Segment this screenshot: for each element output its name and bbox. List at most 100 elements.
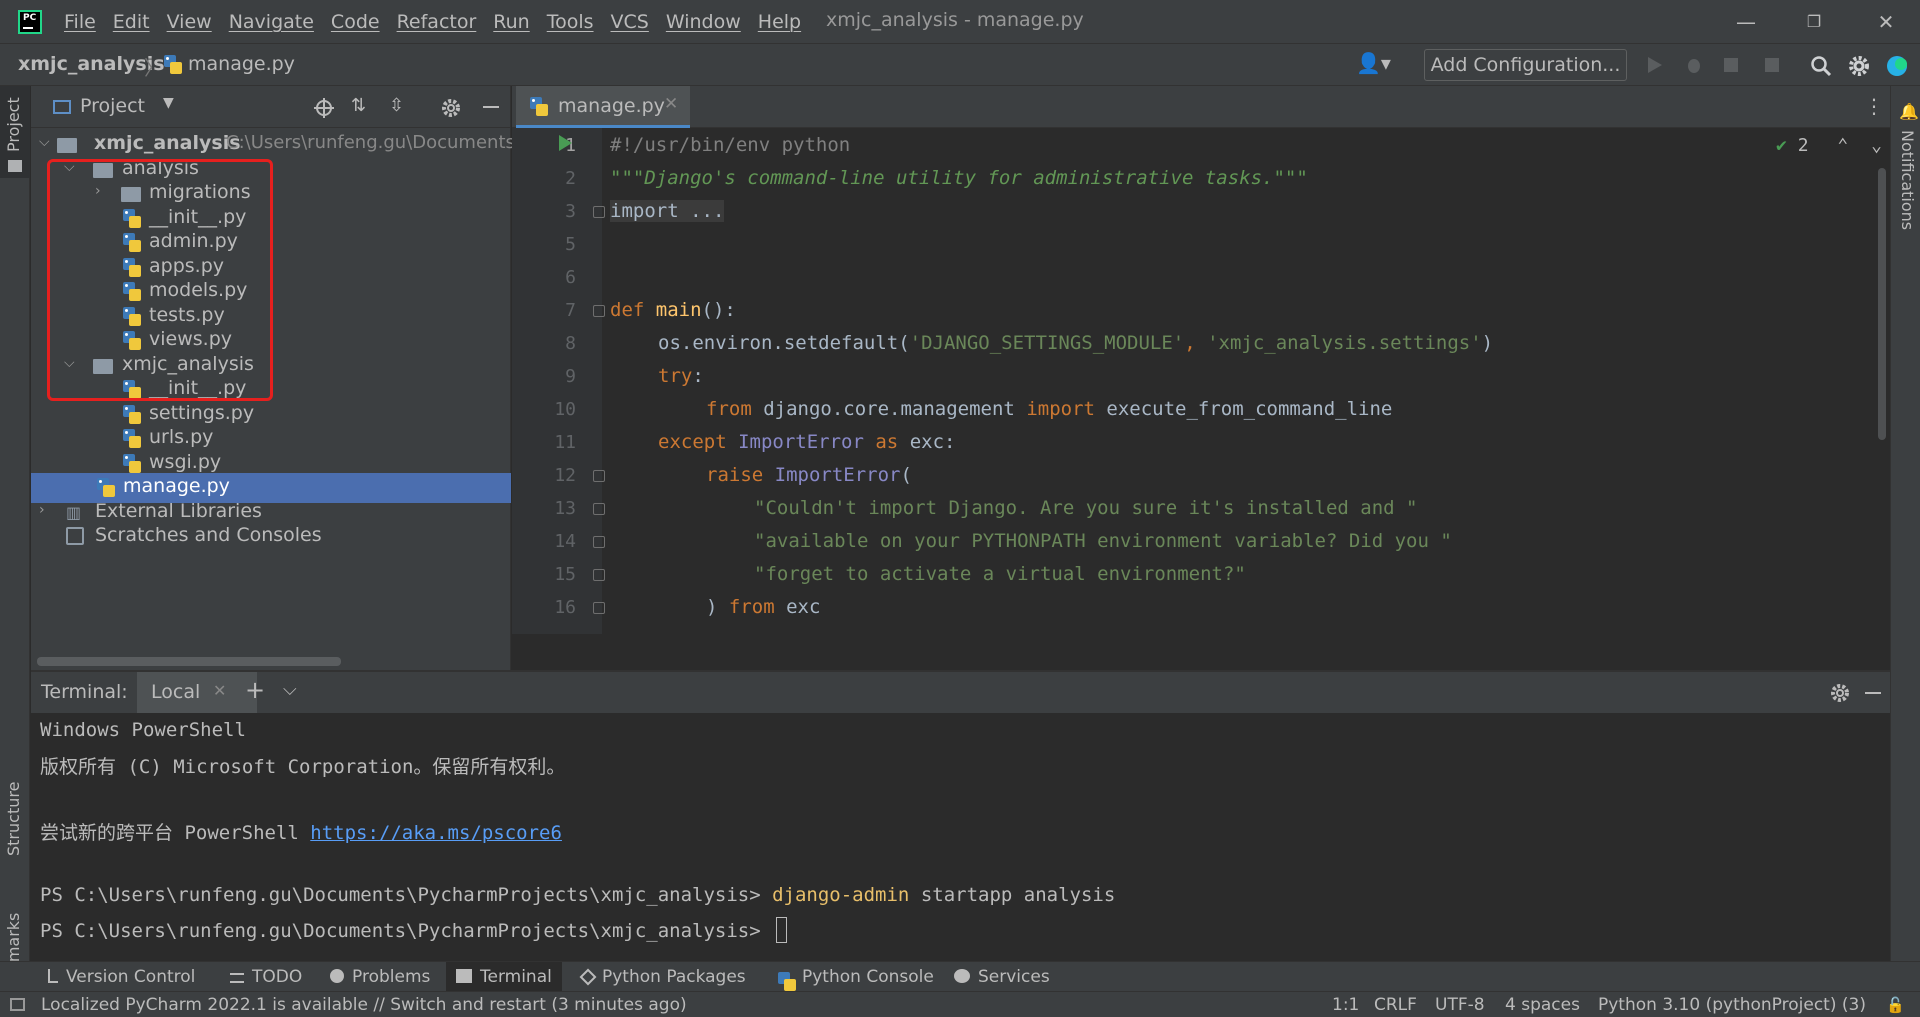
menu-help[interactable]: Help	[758, 11, 801, 33]
menu-vcs[interactable]: VCS	[611, 11, 649, 33]
fold-collapse-icon[interactable]	[593, 569, 605, 581]
tree-item[interactable]: Scratches and Consoles	[31, 522, 511, 552]
coverage-icon[interactable]	[1722, 55, 1744, 75]
project-view-selector[interactable]: Project	[80, 95, 145, 117]
debug-icon[interactable]	[1684, 55, 1704, 75]
code-line: "Couldn't import Django. Are you sure it…	[754, 497, 1418, 519]
minimize-icon[interactable]: —	[1726, 8, 1766, 36]
inspection-widget[interactable]: ✔ 2 ⌃ ⌄	[1776, 135, 1882, 156]
python-console-tab[interactable]: Python Console	[770, 962, 942, 992]
problems-tab[interactable]: Problems	[324, 962, 436, 992]
more-options-icon[interactable]: ⋮	[1864, 94, 1884, 118]
jetbrains-toolbox-icon[interactable]	[1886, 53, 1912, 79]
terminal-line: Windows PowerShell	[40, 719, 246, 741]
status-message[interactable]: Localized PyCharm 2022.1 is available //…	[41, 995, 687, 1015]
python-icon	[778, 972, 796, 991]
fold-collapse-icon[interactable]	[593, 305, 605, 317]
folded-imports[interactable]: import ...	[610, 200, 725, 222]
hide-panel-icon[interactable]	[483, 106, 499, 108]
file-encoding[interactable]: UTF-8	[1435, 995, 1485, 1015]
run-icon[interactable]	[1645, 55, 1665, 75]
line-number: 9	[565, 366, 576, 387]
line-number: 2	[565, 168, 576, 189]
python-packages-tab[interactable]: Python Packages	[574, 962, 754, 992]
tree-root-path: C:\Users\runfeng.gu\Documents\P	[226, 132, 532, 153]
terminal-line: 版权所有 (C) Microsoft Corporation。保留所有权利。	[40, 756, 566, 778]
version-control-tab[interactable]: Version Control	[40, 962, 203, 992]
indent-setting[interactable]: 4 spaces	[1505, 995, 1580, 1015]
menu-edit[interactable]: Edit	[113, 11, 150, 33]
menu-run[interactable]: Run	[493, 11, 529, 33]
fold-expand-icon[interactable]	[593, 206, 605, 218]
python-file-icon	[123, 405, 141, 425]
terminal-settings-icon[interactable]	[1830, 683, 1850, 703]
caret-position[interactable]: 1:1	[1332, 995, 1359, 1015]
chevron-down-icon[interactable]: ⌵	[39, 134, 53, 150]
lock-icon[interactable]: 🔓	[1886, 996, 1905, 1014]
library-icon: ▥	[66, 503, 82, 522]
fold-collapse-icon[interactable]	[593, 602, 605, 614]
terminal-prompt-line[interactable]: PS C:\Users\runfeng.gu\Documents\Pycharm…	[40, 917, 788, 943]
user-icon[interactable]: 👤▾	[1356, 51, 1391, 75]
line-number: 8	[565, 333, 576, 354]
horizontal-scrollbar[interactable]	[37, 657, 341, 666]
run-gutter-icon[interactable]	[559, 135, 572, 151]
project-tool-tab[interactable]: Project	[4, 97, 23, 152]
panel-settings-icon[interactable]	[441, 98, 461, 118]
breadcrumb-separator-icon: 〉	[144, 56, 164, 80]
settings-gear-icon[interactable]	[1848, 55, 1870, 77]
terminal-link[interactable]: https://aka.ms/pscore6	[310, 822, 562, 844]
fold-collapse-icon[interactable]	[593, 470, 605, 482]
hide-panel-icon[interactable]	[1865, 692, 1881, 694]
new-tab-plus-icon[interactable]: +	[245, 676, 265, 704]
add-configuration-button[interactable]: Add Configuration...	[1424, 49, 1627, 81]
python-interpreter[interactable]: Python 3.10 (pythonProject) (3)	[1598, 995, 1866, 1015]
chevron-down-icon[interactable]: ⌵	[283, 679, 297, 700]
chevron-down-icon[interactable]: ▼	[163, 95, 174, 111]
todo-tab[interactable]: TODO	[224, 962, 308, 992]
locate-file-icon[interactable]	[314, 98, 334, 118]
code-line: ) from exc	[706, 596, 821, 618]
menu-file[interactable]: File	[64, 11, 96, 33]
terminal-tab-local[interactable]: Local ✕	[137, 672, 257, 713]
fold-collapse-icon[interactable]	[593, 503, 605, 515]
restore-icon[interactable]: ❐	[1794, 8, 1834, 36]
menu-code[interactable]: Code	[331, 11, 380, 33]
stop-icon[interactable]	[1762, 55, 1782, 75]
menu-view[interactable]: View	[167, 11, 212, 33]
project-view-icon	[53, 100, 71, 114]
code-editor[interactable]: 1 2 3 5 6 7 8 9 10 11 12 13 14 15 16 #!/…	[512, 128, 1890, 634]
menu-refactor[interactable]: Refactor	[397, 11, 477, 33]
terminal-output[interactable]: Windows PowerShell 版权所有 (C) Microsoft Co…	[31, 713, 1890, 959]
close-tab-icon[interactable]: ✕	[664, 94, 678, 114]
tree-item-label: External Libraries	[95, 500, 262, 522]
menu-navigate[interactable]: Navigate	[229, 11, 314, 33]
highlight-annotation-box	[47, 159, 273, 401]
notifications-tool-tab[interactable]: Notifications	[1898, 130, 1917, 230]
line-separator[interactable]: CRLF	[1374, 995, 1417, 1015]
project-panel: Project ▼ ⇅ ⇳ ⌵ xmjc_analysis C:\Users\r…	[31, 86, 532, 670]
services-tab[interactable]: Services	[946, 962, 1058, 992]
menu-tools[interactable]: Tools	[547, 11, 594, 33]
chevron-down-icon[interactable]: ⌄	[1871, 135, 1882, 156]
close-window-icon[interactable]: ✕	[1866, 8, 1906, 36]
toggle-tool-windows-icon[interactable]	[10, 998, 25, 1011]
structure-tool-tab[interactable]: Structure	[4, 782, 23, 856]
expand-all-icon[interactable]: ⇅	[351, 95, 366, 116]
terminal-tool-tab[interactable]: Terminal	[446, 962, 562, 992]
line-number: 13	[554, 498, 576, 519]
collapse-all-icon[interactable]: ⇳	[389, 95, 404, 116]
line-number: 16	[554, 597, 576, 618]
menu-window[interactable]: Window	[666, 11, 741, 33]
chevron-up-icon[interactable]: ⌃	[1837, 135, 1848, 156]
notifications-bell-icon[interactable]: 🔔	[1899, 102, 1919, 121]
search-icon[interactable]	[1810, 55, 1832, 77]
breadcrumb-project[interactable]: xmjc_analysis	[18, 53, 165, 75]
fold-collapse-icon[interactable]	[593, 536, 605, 548]
close-tab-icon[interactable]: ✕	[213, 681, 226, 700]
editor-tab-manage-py[interactable]: manage.py ✕	[516, 86, 690, 128]
vertical-scrollbar[interactable]	[1878, 168, 1886, 440]
line-number: 7	[565, 300, 576, 321]
chevron-right-icon[interactable]: ›	[39, 502, 53, 518]
breadcrumb-file[interactable]: manage.py	[188, 53, 295, 75]
